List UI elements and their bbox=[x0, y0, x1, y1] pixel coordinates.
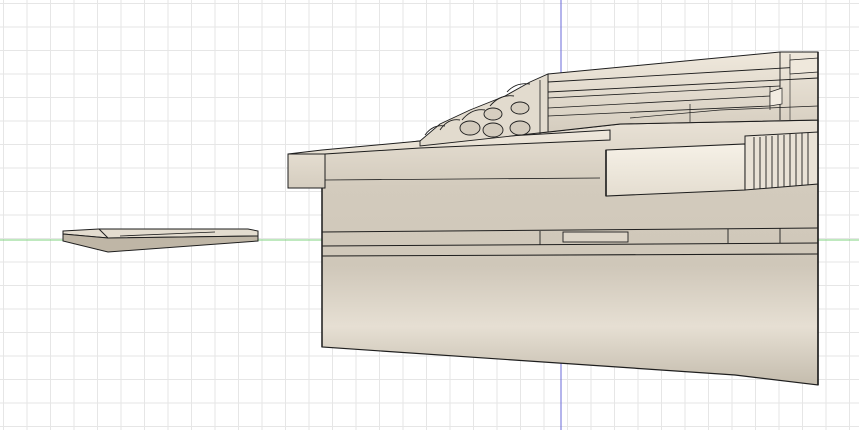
small-bracket-body[interactable] bbox=[62, 228, 259, 253]
seam-slot bbox=[562, 231, 629, 243]
cad-viewport[interactable] bbox=[0, 0, 859, 430]
main-housing-body[interactable] bbox=[287, 51, 819, 386]
side-slot bbox=[605, 143, 746, 197]
upper-corner-detail bbox=[789, 57, 819, 75]
slot-ridge-band bbox=[744, 131, 819, 191]
model-scene[interactable] bbox=[0, 0, 859, 430]
